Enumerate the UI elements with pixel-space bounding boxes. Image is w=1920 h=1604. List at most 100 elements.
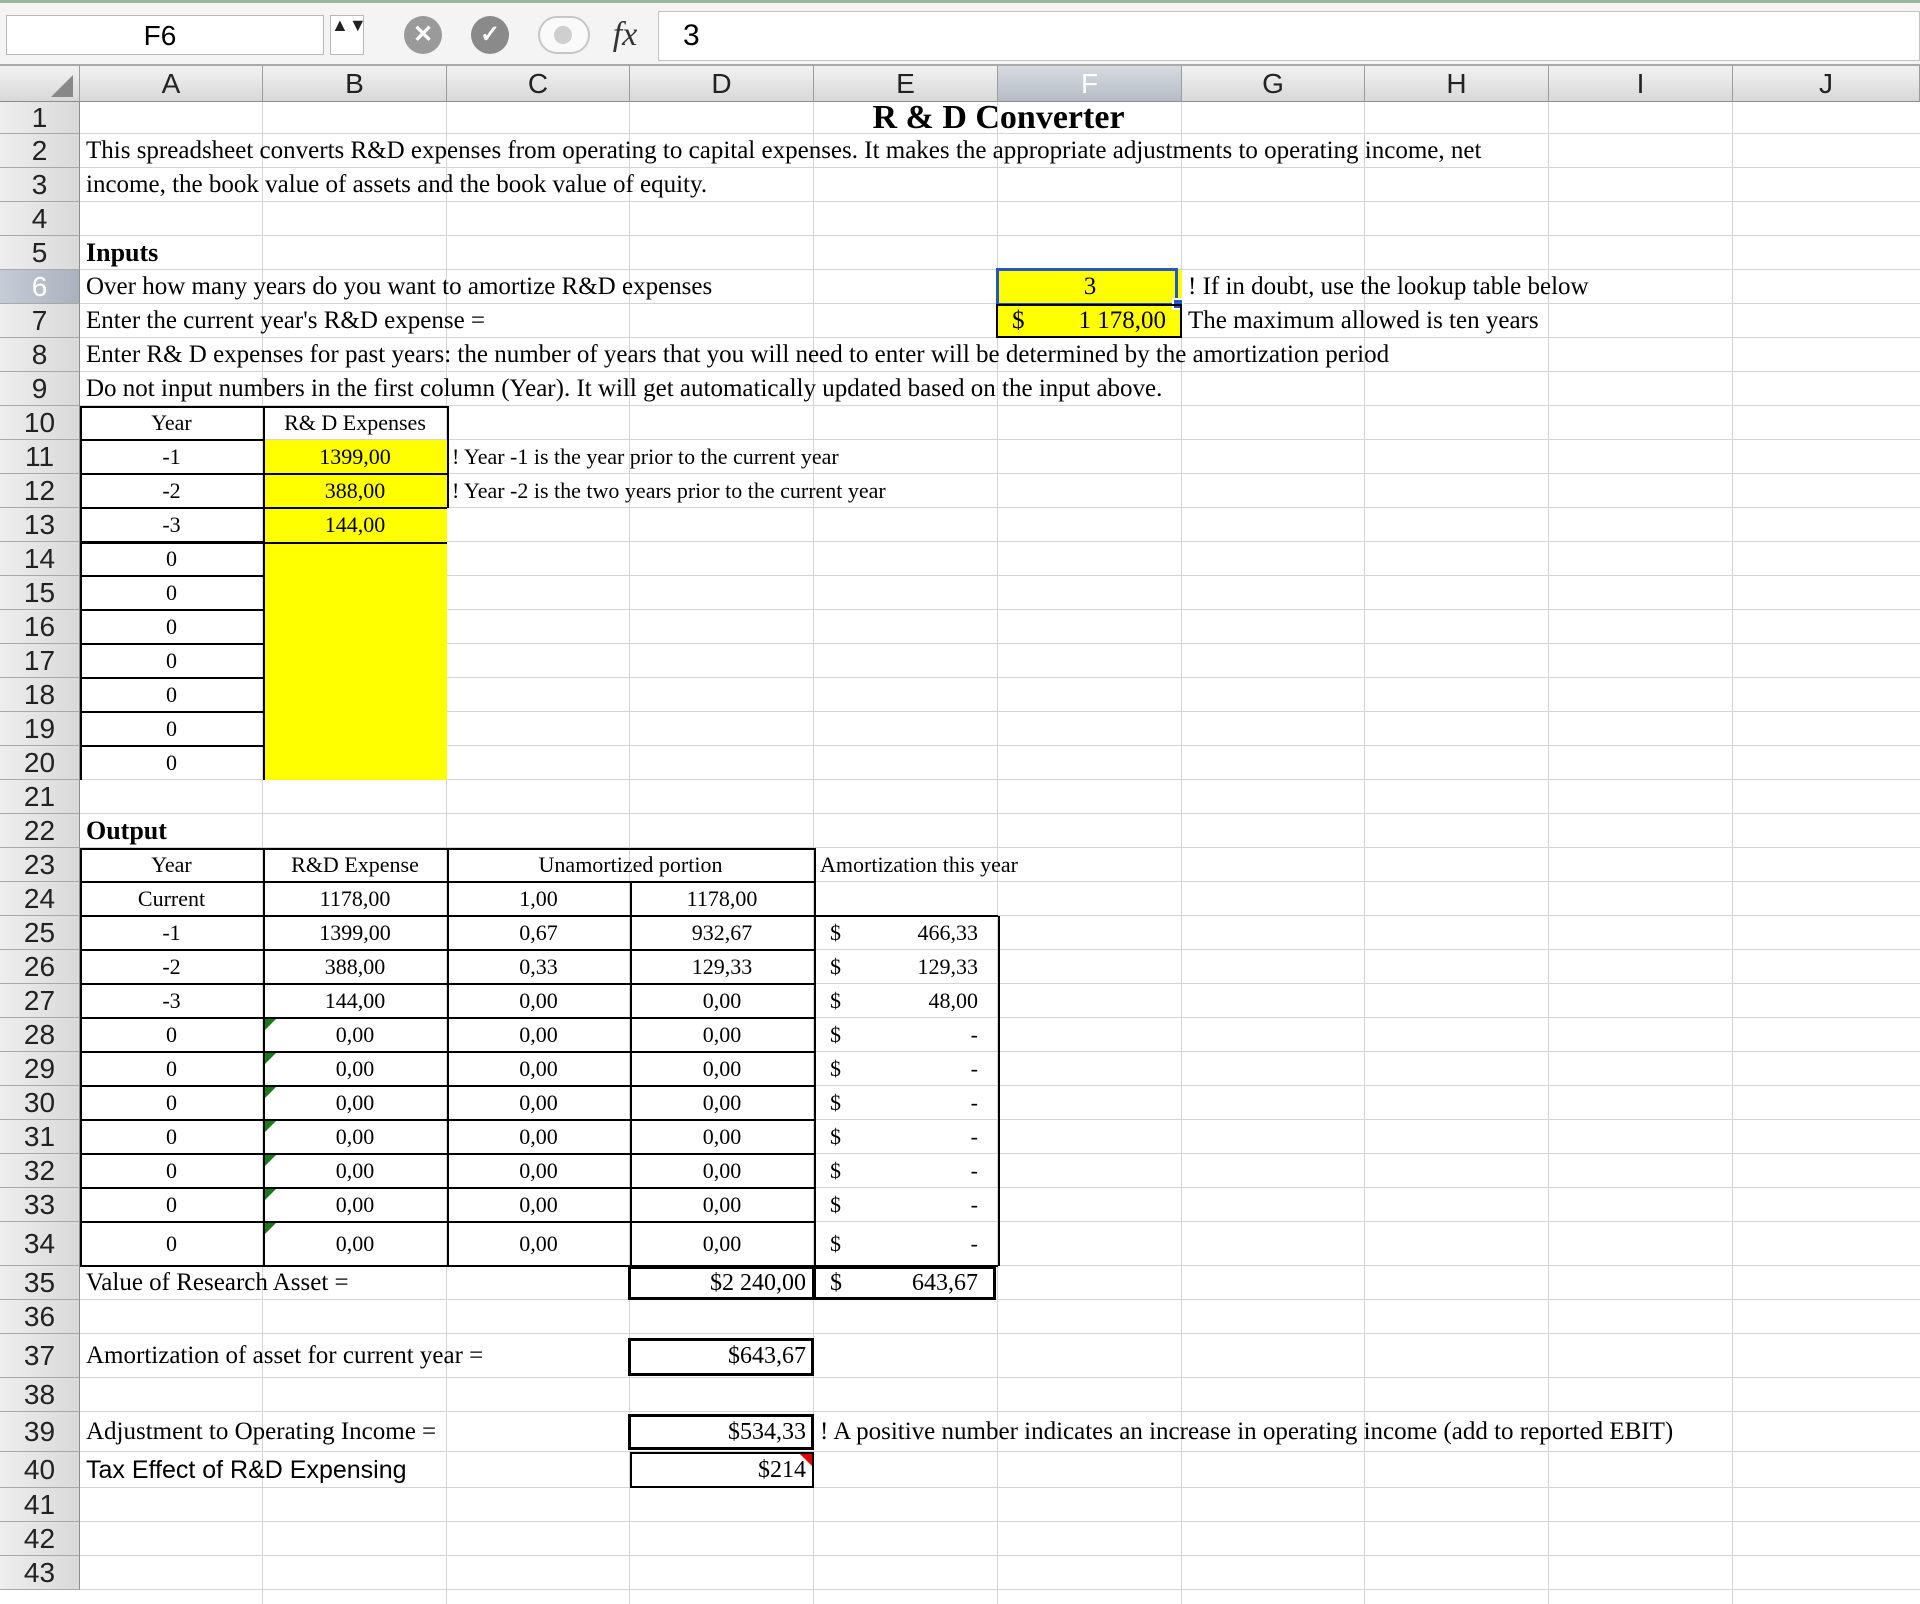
row-header-40[interactable]: 40: [0, 1452, 80, 1488]
row-header-18[interactable]: 18: [0, 678, 80, 712]
row-header-6[interactable]: 6: [0, 270, 80, 304]
intro-line-1: This spreadsheet converts R&D expenses f…: [86, 137, 1482, 164]
row-header-2[interactable]: 2: [0, 134, 80, 168]
output-year-cell: -1: [162, 920, 181, 945]
accept-icon[interactable]: ✓: [471, 16, 509, 54]
column-header-d[interactable]: D: [630, 66, 814, 102]
row-header-27[interactable]: 27: [0, 984, 80, 1018]
output-col-year: Year: [151, 852, 192, 877]
row-header-8[interactable]: 8: [0, 338, 80, 372]
input-expense-cell[interactable]: [263, 542, 447, 576]
name-box-stepper-icon[interactable]: ▲▼: [330, 15, 367, 55]
row-header-11[interactable]: 11: [0, 440, 80, 474]
row-header-22[interactable]: 22: [0, 814, 80, 848]
row-header-7[interactable]: 7: [0, 304, 80, 338]
row-header-21[interactable]: 21: [0, 780, 80, 814]
row-header-3[interactable]: 3: [0, 168, 80, 202]
error-indicator-icon[interactable]: [265, 1053, 276, 1064]
column-header-e[interactable]: E: [814, 66, 998, 102]
row-header-20[interactable]: 20: [0, 746, 80, 780]
row-header-28[interactable]: 28: [0, 1018, 80, 1052]
input-expense-cell[interactable]: [263, 678, 447, 712]
comment-indicator-icon[interactable]: [800, 1454, 812, 1466]
row-header-12[interactable]: 12: [0, 474, 80, 508]
row-header-43[interactable]: 43: [0, 1556, 80, 1590]
current-note: The maximum allowed is ten years: [1188, 307, 1539, 334]
input-expense-cell[interactable]: [263, 712, 447, 746]
input-expense-cell[interactable]: 144,00: [263, 508, 447, 542]
error-indicator-icon[interactable]: [265, 1121, 276, 1132]
output-ratio-cell: 0,67: [519, 920, 558, 945]
row-header-1[interactable]: 1: [0, 102, 80, 134]
input-expense-cell[interactable]: 388,00: [263, 474, 447, 508]
error-indicator-icon[interactable]: [265, 1189, 276, 1200]
output-ratio-cell: 0,00: [519, 1231, 558, 1256]
row-header-38[interactable]: 38: [0, 1378, 80, 1412]
formula-input[interactable]: 3: [658, 11, 1920, 61]
output-unamortized-cell: 0,00: [702, 1022, 742, 1047]
row-header-10[interactable]: 10: [0, 406, 80, 440]
row-header-23[interactable]: 23: [0, 848, 80, 882]
row-header-5[interactable]: 5: [0, 236, 80, 270]
output-ratio-cell: 0,00: [519, 988, 558, 1013]
name-box[interactable]: F6: [6, 15, 324, 55]
input-expense-cell[interactable]: 1399,00: [263, 440, 447, 474]
column-header-j[interactable]: J: [1733, 66, 1920, 102]
row-header-30[interactable]: 30: [0, 1086, 80, 1120]
row-header-36[interactable]: 36: [0, 1300, 80, 1334]
input-expense-cell[interactable]: [263, 746, 447, 780]
input-expense-cell[interactable]: [263, 576, 447, 610]
formula-builder-icon[interactable]: [538, 16, 590, 54]
row-header-35[interactable]: 35: [0, 1266, 80, 1300]
row-header-26[interactable]: 26: [0, 950, 80, 984]
row-header-19[interactable]: 19: [0, 712, 80, 746]
row-header-25[interactable]: 25: [0, 916, 80, 950]
error-indicator-icon[interactable]: [265, 1087, 276, 1098]
research-asset-amort: 643,67: [912, 1270, 978, 1296]
row-header-17[interactable]: 17: [0, 644, 80, 678]
column-header-f[interactable]: F: [998, 66, 1182, 102]
input-expense-cell[interactable]: [263, 644, 447, 678]
row-header-29[interactable]: 29: [0, 1052, 80, 1086]
minus-circle-icon: [554, 26, 572, 44]
output-amort-cell: -: [970, 1231, 978, 1256]
row-header-31[interactable]: 31: [0, 1120, 80, 1154]
error-indicator-icon[interactable]: [265, 1155, 276, 1166]
output-amort-cell: -: [970, 1022, 978, 1047]
row-header-41[interactable]: 41: [0, 1488, 80, 1522]
error-indicator-icon[interactable]: [265, 1223, 276, 1234]
row-header-16[interactable]: 16: [0, 610, 80, 644]
row-header-33[interactable]: 33: [0, 1188, 80, 1222]
output-expense-cell: 0,00: [335, 1022, 375, 1047]
error-indicator-icon[interactable]: [265, 1019, 276, 1030]
input-expense-cell[interactable]: [263, 610, 447, 644]
column-header-a[interactable]: A: [80, 66, 263, 102]
output-unamortized-cell: 0,00: [702, 1231, 742, 1256]
output-amort-cell: -: [970, 1090, 978, 1115]
row-header-34[interactable]: 34: [0, 1222, 80, 1266]
output-expense-cell: 0,00: [335, 1090, 375, 1115]
input-year-cell: -3: [162, 512, 181, 537]
column-header-g[interactable]: G: [1182, 66, 1365, 102]
row-header-42[interactable]: 42: [0, 1522, 80, 1556]
column-header-b[interactable]: B: [263, 66, 447, 102]
row-header-14[interactable]: 14: [0, 542, 80, 576]
row-header-9[interactable]: 9: [0, 372, 80, 406]
column-header-i[interactable]: I: [1549, 66, 1733, 102]
column-header-c[interactable]: C: [447, 66, 630, 102]
row-header-4[interactable]: 4: [0, 202, 80, 236]
output-year-cell: 0: [166, 1158, 177, 1183]
row-header-13[interactable]: 13: [0, 508, 80, 542]
select-all-corner[interactable]: [0, 66, 80, 102]
row-header-39[interactable]: 39: [0, 1412, 80, 1452]
input-year-cell: 0: [166, 750, 177, 775]
row-header-32[interactable]: 32: [0, 1154, 80, 1188]
cancel-icon[interactable]: ✕: [404, 16, 442, 54]
column-header-h[interactable]: H: [1365, 66, 1549, 102]
function-icon[interactable]: fx: [600, 11, 650, 59]
row-header-37[interactable]: 37: [0, 1334, 80, 1378]
row-header-24[interactable]: 24: [0, 882, 80, 916]
output-year-cell: -3: [162, 988, 181, 1013]
row-header-15[interactable]: 15: [0, 576, 80, 610]
input-year-cell: -2: [162, 478, 181, 503]
